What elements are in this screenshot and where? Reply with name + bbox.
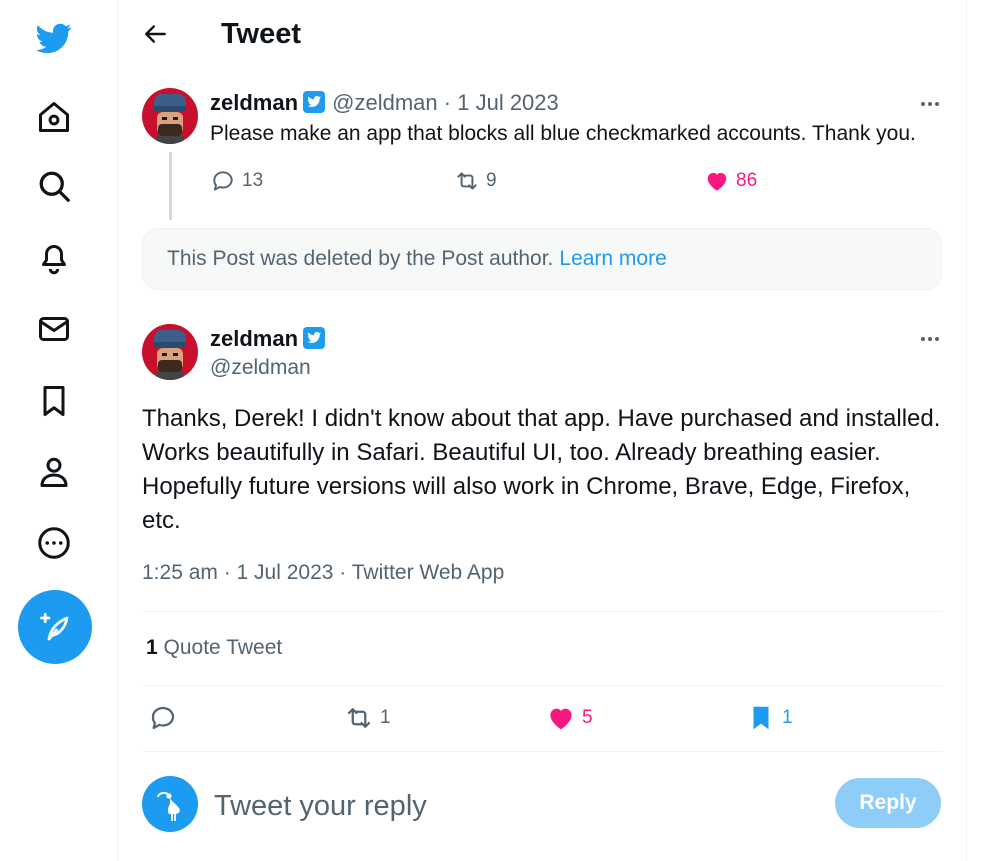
bookmark-count: 1 (782, 707, 793, 728)
separator: · (443, 90, 452, 115)
reply-icon (213, 171, 233, 191)
tweet1-header: zeldman @zeldman · 1 Jul 2023 (210, 90, 559, 116)
mail-icon[interactable] (26, 301, 82, 357)
deleted-post-notice: This Post was deleted by the Post author… (142, 228, 942, 290)
handle[interactable]: @zeldman (332, 90, 438, 115)
tweet2-header: zeldman (210, 326, 326, 352)
tweet-text: Please make an app that blocks all blue … (210, 122, 916, 145)
retweet-icon (457, 172, 477, 190)
more-circle-icon[interactable] (26, 515, 82, 571)
deleted-text: This Post was deleted by the Post author… (167, 247, 554, 270)
retweet-count: 9 (486, 170, 497, 191)
retweet-count: 1 (380, 707, 391, 728)
retweet-button[interactable]: 1 (344, 703, 391, 733)
bookmark-icon[interactable] (26, 373, 82, 429)
reply-count: 13 (242, 170, 264, 191)
display-name[interactable]: zeldman (210, 90, 298, 115)
learn-more-link[interactable]: Learn more (559, 247, 666, 271)
bell-icon[interactable] (26, 229, 82, 285)
home-icon[interactable] (26, 89, 82, 145)
verified-badge-icon (302, 326, 326, 350)
divider (142, 685, 942, 686)
reply-icon (151, 706, 175, 730)
more-options-icon[interactable] (917, 326, 943, 352)
tweet-date[interactable]: 1 Jul 2023 (457, 90, 559, 115)
retweet-icon (347, 708, 371, 728)
verified-badge-icon (302, 90, 326, 114)
reply-button[interactable]: 13 (210, 168, 263, 194)
reply-input[interactable] (212, 783, 816, 829)
profile-icon[interactable] (26, 444, 82, 500)
avatar[interactable] (142, 776, 198, 832)
like-count: 86 (736, 170, 758, 191)
sidebar-nav (0, 0, 117, 861)
back-arrow-icon[interactable] (140, 18, 172, 50)
ibis-icon (157, 791, 180, 821)
reply-button[interactable] (148, 703, 178, 733)
divider (142, 611, 942, 612)
like-count: 5 (582, 707, 593, 728)
divider (142, 751, 942, 752)
tweet-text: Thanks, Derek! I didn't know about that … (142, 405, 941, 534)
tweet-meta: 1:25 am · 1 Jul 2023 · Twitter Web App (142, 561, 505, 584)
heart-icon (550, 708, 572, 730)
avatar[interactable] (142, 88, 198, 144)
bookmark-button[interactable]: 1 (746, 703, 793, 733)
thread-line (169, 152, 172, 220)
main-column: Tweet zeldman @zeldman · 1 Jul 2023 Plea… (117, 0, 967, 861)
avatar[interactable] (142, 324, 198, 380)
page-title: Tweet (221, 18, 302, 50)
twitter-bird-icon[interactable] (26, 10, 82, 66)
page-header: Tweet (118, 0, 966, 72)
compose-icon (40, 612, 69, 641)
quote-label: Quote Tweet (163, 636, 283, 659)
display-name[interactable]: zeldman (210, 326, 298, 351)
bookmark-icon (753, 706, 769, 730)
like-button[interactable]: 86 (704, 168, 757, 194)
retweet-button[interactable]: 9 (454, 168, 497, 194)
more-options-icon[interactable] (917, 91, 943, 117)
quote-count: 1 (146, 636, 158, 659)
like-button[interactable]: 5 (546, 703, 593, 733)
search-icon[interactable] (26, 158, 82, 214)
handle[interactable]: @zeldman (210, 356, 311, 380)
reply-submit-button[interactable]: Reply (835, 778, 941, 828)
heart-icon (707, 172, 727, 191)
quote-tweets-link[interactable]: 1 Quote Tweet (146, 636, 282, 660)
compose-button[interactable] (18, 590, 92, 664)
